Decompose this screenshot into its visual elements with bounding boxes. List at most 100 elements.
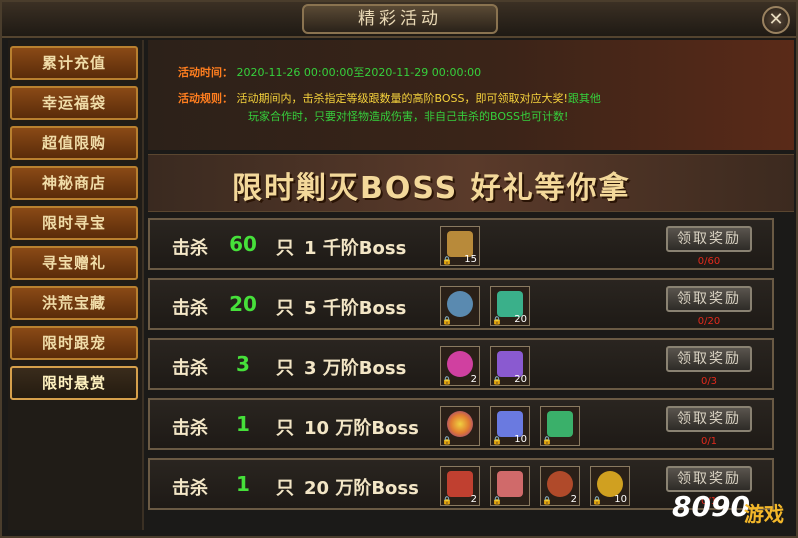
compass-disc-icon	[447, 291, 473, 317]
event-rule-text-2: 玩家合作时，只要对怪物造成伤害，非自己击杀的BOSS也可计数!	[248, 110, 569, 123]
lock-icon: 🔒	[542, 436, 552, 445]
site-logo: 8090 游戏	[672, 480, 792, 534]
kill-count: 20	[229, 292, 257, 316]
lock-icon: 🔒	[592, 496, 602, 505]
event-rule-row-2: 玩家合作时，只要对怪物造成伤害，非自己击杀的BOSS也可计数!	[248, 108, 568, 126]
reward-item[interactable]: 🔒	[440, 406, 480, 446]
event-info: 活动时间： 2020-11-26 00:00:00至2020-11-29 00:…	[148, 40, 794, 150]
item-count: 20	[514, 374, 527, 385]
boss-tier: 3 万阶Boss	[304, 358, 407, 379]
claim-reward-button[interactable]: 领取奖励	[666, 286, 752, 312]
reward-row: 击杀 60 只 1 千阶Boss 🔒 15 领取奖励 0/60	[148, 218, 774, 270]
item-count: 20	[514, 314, 527, 325]
kill-count: 1	[236, 472, 250, 496]
event-rule-text-b: 跟其他	[567, 92, 601, 105]
event-time-value: 2020-11-26 00:00:00至2020-11-29 00:00:00	[236, 66, 482, 79]
kill-label: 击杀	[172, 238, 208, 259]
lock-icon: 🔒	[442, 436, 452, 445]
claim-reward-button[interactable]: 领取奖励	[666, 226, 752, 252]
boss-tier: 20 万阶Boss	[304, 478, 419, 499]
lock-icon: 🔒	[442, 496, 452, 505]
kill-count: 60	[229, 232, 257, 256]
progress-text: 0/60	[697, 256, 721, 267]
green-crystal-icon	[547, 411, 573, 437]
pink-gem-icon	[447, 351, 473, 377]
unit-label: 只	[276, 418, 294, 439]
claim-reward-button[interactable]: 领取奖励	[666, 406, 752, 432]
sidebar-item-limited-treasure-hunt[interactable]: 限时寻宝	[10, 206, 138, 240]
reward-item[interactable]: 🔒 2	[440, 346, 480, 386]
event-time-row: 活动时间： 2020-11-26 00:00:00至2020-11-29 00:…	[178, 64, 481, 82]
sidebar-item-cumulative-recharge[interactable]: 累计充值	[10, 46, 138, 80]
window-title: 精彩活动	[302, 4, 498, 34]
event-time-label: 活动时间：	[178, 66, 233, 79]
reward-item[interactable]: 🔒 10	[590, 466, 630, 506]
sidebar-item-hunt-gift[interactable]: 寻宝赠礼	[10, 246, 138, 280]
titlebar: 精彩活动 ✕	[2, 2, 796, 38]
sidebar-item-limited-pet[interactable]: 限时跟宠	[10, 326, 138, 360]
reward-item[interactable]: 🔒 15	[440, 226, 480, 266]
main-panel: 活动时间： 2020-11-26 00:00:00至2020-11-29 00:…	[148, 40, 794, 530]
close-button[interactable]: ✕	[762, 6, 790, 34]
logo-number: 8090	[672, 490, 750, 523]
claim-reward-button[interactable]: 领取奖励	[666, 346, 752, 372]
reward-row: 击杀 1 只 10 万阶Boss 🔒 🔒 10 🔒 领取奖励 0/1	[148, 398, 774, 450]
staff-icon	[447, 471, 473, 497]
item-count: 2	[470, 374, 477, 385]
boss-tier: 1 千阶Boss	[304, 238, 407, 259]
event-banner: 限时剿灭BOSS 好礼等你拿	[148, 154, 794, 212]
reward-item[interactable]: 🔒 20	[490, 286, 530, 326]
boss-tier: 10 万阶Boss	[304, 418, 419, 439]
lock-icon: 🔒	[492, 436, 502, 445]
kill-label: 击杀	[172, 478, 208, 499]
reward-item[interactable]: 🔒 20	[490, 346, 530, 386]
reward-item[interactable]: 🔒	[440, 286, 480, 326]
kill-label: 击杀	[172, 298, 208, 319]
sidebar-item-limited-bounty[interactable]: 限时悬赏	[10, 366, 138, 400]
sidebar-item-value-purchase[interactable]: 超值限购	[10, 126, 138, 160]
kill-label: 击杀	[172, 418, 208, 439]
unit-label: 只	[276, 358, 294, 379]
lock-icon: 🔒	[492, 496, 502, 505]
lock-icon: 🔒	[492, 316, 502, 325]
progress-text: 0/20	[697, 316, 721, 327]
item-count: 2	[470, 494, 477, 505]
unit-label: 只	[276, 238, 294, 259]
activity-window: 精彩活动 ✕ 累计充值 幸运福袋 超值限购 神秘商店 限时寻宝 寻宝赠礼 洪荒宝…	[0, 0, 798, 538]
boss-tier: 5 千阶Boss	[304, 298, 407, 319]
item-count: 10	[614, 494, 627, 505]
reward-row: 击杀 3 只 3 万阶Boss 🔒 2 🔒 20 领取奖励 0/3	[148, 338, 774, 390]
reward-item[interactable]: 🔒 2	[440, 466, 480, 506]
sidebar-item-lucky-bag[interactable]: 幸运福袋	[10, 86, 138, 120]
kill-count: 1	[236, 412, 250, 436]
red-orb-icon	[547, 471, 573, 497]
reward-item[interactable]: 🔒 2	[540, 466, 580, 506]
reward-item[interactable]: 🔒	[540, 406, 580, 446]
progress-text: 0/1	[700, 436, 718, 447]
lock-icon: 🔒	[492, 376, 502, 385]
kill-label: 击杀	[172, 358, 208, 379]
reward-item[interactable]: 🔒	[490, 466, 530, 506]
lock-icon: 🔒	[442, 256, 452, 265]
item-count: 2	[570, 494, 577, 505]
progress-text: 0/3	[700, 376, 718, 387]
rainbow-orb-icon	[447, 411, 473, 437]
reward-item[interactable]: 🔒 10	[490, 406, 530, 446]
event-rule-text: 活动期间内，击杀指定等级跟数量的高阶BOSS，即可领取对应大奖!	[236, 92, 568, 105]
unit-label: 只	[276, 478, 294, 499]
logo-text: 游戏	[744, 502, 784, 526]
lock-icon: 🔒	[542, 496, 552, 505]
sidebar-item-mystery-shop[interactable]: 神秘商店	[10, 166, 138, 200]
item-count: 15	[464, 254, 477, 265]
red-crystal-icon	[497, 471, 523, 497]
lock-icon: 🔒	[442, 316, 452, 325]
banner-text: 限时剿灭BOSS 好礼等你拿	[232, 171, 631, 206]
unit-label: 只	[276, 298, 294, 319]
kill-count: 3	[236, 352, 250, 376]
item-count: 10	[514, 434, 527, 445]
event-rule-label: 活动规则：	[178, 92, 233, 105]
reward-row: 击杀 20 只 5 千阶Boss 🔒 🔒 20 领取奖励 0/20	[148, 278, 774, 330]
lock-icon: 🔒	[442, 376, 452, 385]
sidebar-item-primordial-treasure[interactable]: 洪荒宝藏	[10, 286, 138, 320]
sidebar: 累计充值 幸运福袋 超值限购 神秘商店 限时寻宝 寻宝赠礼 洪荒宝藏 限时跟宠 …	[8, 40, 144, 530]
